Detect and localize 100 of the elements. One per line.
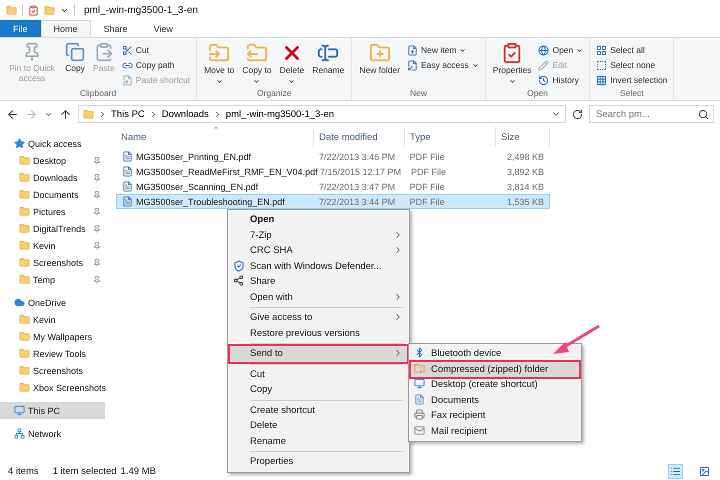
refresh-button[interactable] [572, 108, 583, 120]
file-row[interactable]: MG3500ser_Troubleshooting_EN.pdf 7/22/2013 3:44 PM PDF File 1,535 KB [116, 194, 550, 209]
ribbon-button[interactable]: Properties [490, 40, 534, 88]
pdf-file-icon [122, 151, 133, 162]
sidebar-item[interactable]: DigitalTrends [0, 220, 105, 237]
ribbon-button[interactable]: Cut [120, 43, 192, 57]
search-icon [698, 108, 709, 120]
menu-item[interactable]: Compressed (zipped) folder [411, 362, 579, 377]
menu-item[interactable]: Desktop (create shortcut) [411, 377, 579, 392]
address-bar[interactable]: This PC Downloads pml_-win-mg3500-1_3-en [78, 105, 566, 123]
ribbon-button[interactable]: Rename [309, 40, 348, 88]
back-button[interactable] [6, 108, 19, 120]
table-cell-text: PDF File [408, 152, 446, 162]
ribbon-button[interactable]: Select all [594, 43, 670, 57]
menu-item[interactable]: Rename [230, 434, 407, 449]
sidebar-item[interactable]: Downloads [0, 169, 105, 186]
menu-item[interactable]: Fax recipient [411, 408, 579, 424]
sidebar-item[interactable]: Review Tools [0, 345, 105, 362]
column-header[interactable]: Type [405, 127, 496, 147]
menu-item[interactable]: Open [230, 212, 407, 228]
search-input[interactable]: Search pm... [594, 108, 698, 120]
file-row[interactable]: MG3500ser_ReadMeFirst_RMF_EN_V04.pdf 7/15/2015 12:17 PM PDF File 3,892 KB [116, 164, 550, 179]
menu-item[interactable]: Send to [230, 346, 407, 362]
column-header[interactable]: Name [116, 127, 314, 147]
chevron-icon [98, 110, 107, 118]
search-field[interactable]: Search pm... [589, 105, 714, 123]
refresh-icon [572, 108, 583, 120]
menu-item[interactable]: Documents [411, 392, 579, 408]
sidebar-item[interactable]: Network [0, 425, 105, 442]
column-header[interactable]: Size [496, 127, 550, 147]
breadcrumb[interactable]: This PC [111, 108, 145, 120]
details-view-button[interactable] [668, 464, 683, 478]
ribbon-button[interactable]: Delete [276, 40, 308, 88]
ribbon-tab[interactable]: Home [40, 20, 91, 37]
selection-size: 1.49 MB [120, 466, 156, 476]
sidebar-item[interactable]: Kevin [0, 311, 105, 328]
up-button[interactable] [59, 108, 72, 120]
menu-item[interactable]: CRC SHA [230, 243, 407, 258]
menu-item[interactable]: Bluetooth device [411, 346, 579, 362]
folder-icon [19, 172, 30, 183]
network-icon [14, 428, 25, 439]
folder-icon [19, 223, 30, 234]
menu-item[interactable]: Share [230, 274, 407, 290]
folder-icon [19, 348, 30, 359]
table-cell-text: PDF File [408, 196, 446, 206]
properties-icon[interactable] [28, 4, 39, 16]
menu-item[interactable]: Mail recipient [411, 424, 579, 439]
menu-item[interactable]: Give access to [230, 310, 407, 326]
sidebar-item[interactable]: Screenshots [0, 254, 105, 271]
new-folder-icon [368, 42, 391, 64]
ribbon-button[interactable]: History [536, 73, 586, 87]
menu-item[interactable]: Scan with Windows Defender... [230, 258, 407, 274]
window-title: pml_-win-mg3500-1_3-en [84, 4, 198, 16]
ribbon-button[interactable]: Invert selection [594, 73, 670, 87]
breadcrumb[interactable]: Downloads [162, 108, 209, 120]
sidebar-item[interactable]: This PC [0, 402, 105, 419]
menu-item[interactable]: Open with [230, 290, 407, 305]
caret-icon [576, 46, 584, 54]
ribbon-button[interactable]: Easy access [405, 58, 481, 72]
folder-icon [83, 108, 94, 120]
sidebar-item[interactable]: Pictures [0, 203, 105, 220]
sidebar-item[interactable]: Kevin [0, 237, 105, 254]
sidebar-item[interactable]: Screenshots [0, 362, 105, 379]
sidebar-item[interactable]: OneDrive [0, 294, 105, 311]
caret-icon [508, 78, 516, 85]
ribbon-button[interactable]: Copy path [120, 58, 192, 72]
file-key-icon [407, 60, 418, 70]
select-all-icon [596, 44, 608, 56]
menu-item[interactable]: 7-Zip [230, 228, 407, 243]
sidebar-item[interactable]: Temp [0, 271, 105, 288]
folder-icon [19, 365, 30, 376]
sidebar-item[interactable]: Desktop [0, 152, 105, 169]
invert-selection-icon [596, 74, 608, 86]
sidebar-item[interactable]: My Wallpapers [0, 328, 105, 345]
menu-item[interactable]: Create shortcut [230, 402, 407, 418]
ribbon-button[interactable]: New item [405, 43, 481, 57]
menu-item[interactable]: Copy [230, 382, 407, 398]
menu-item[interactable]: Restore previous versions [230, 326, 407, 341]
menu-item[interactable]: Properties [230, 454, 407, 470]
ribbon-button[interactable]: Copy to [239, 40, 275, 88]
ribbon-button[interactable]: Select none [594, 58, 670, 72]
menu-item[interactable]: Delete [230, 418, 407, 434]
ribbon-button[interactable]: Move to [201, 40, 238, 88]
shortcut-icon [122, 74, 133, 86]
menu-item[interactable]: Cut [230, 366, 407, 382]
image-icon [699, 466, 710, 476]
shield-icon [233, 260, 245, 272]
file-tab[interactable]: File [0, 20, 41, 37]
sidebar-item[interactable]: Quick access [0, 135, 105, 152]
file-row[interactable]: MG3500ser_Scanning_EN.pdf 7/22/2013 3:47 PM PDF File 3,814 KB [116, 179, 550, 194]
ribbon-button[interactable]: Open [536, 43, 586, 57]
group-label: Open [526, 88, 549, 100]
folder-icon [19, 331, 30, 342]
ribbon-button[interactable]: Copy [62, 40, 88, 88]
column-header[interactable]: Date modified [314, 127, 405, 147]
file-row[interactable]: MG3500ser_Printing_EN.pdf 7/22/2013 3:46 PM PDF File 2,498 KB [116, 149, 550, 164]
sidebar-item[interactable]: Documents [0, 186, 105, 203]
ribbon-button[interactable]: New folder [356, 40, 403, 88]
sidebar-item[interactable]: Xbox Screenshots [0, 379, 105, 396]
breadcrumb[interactable]: pml_-win-mg3500-1_3-en [226, 108, 334, 120]
